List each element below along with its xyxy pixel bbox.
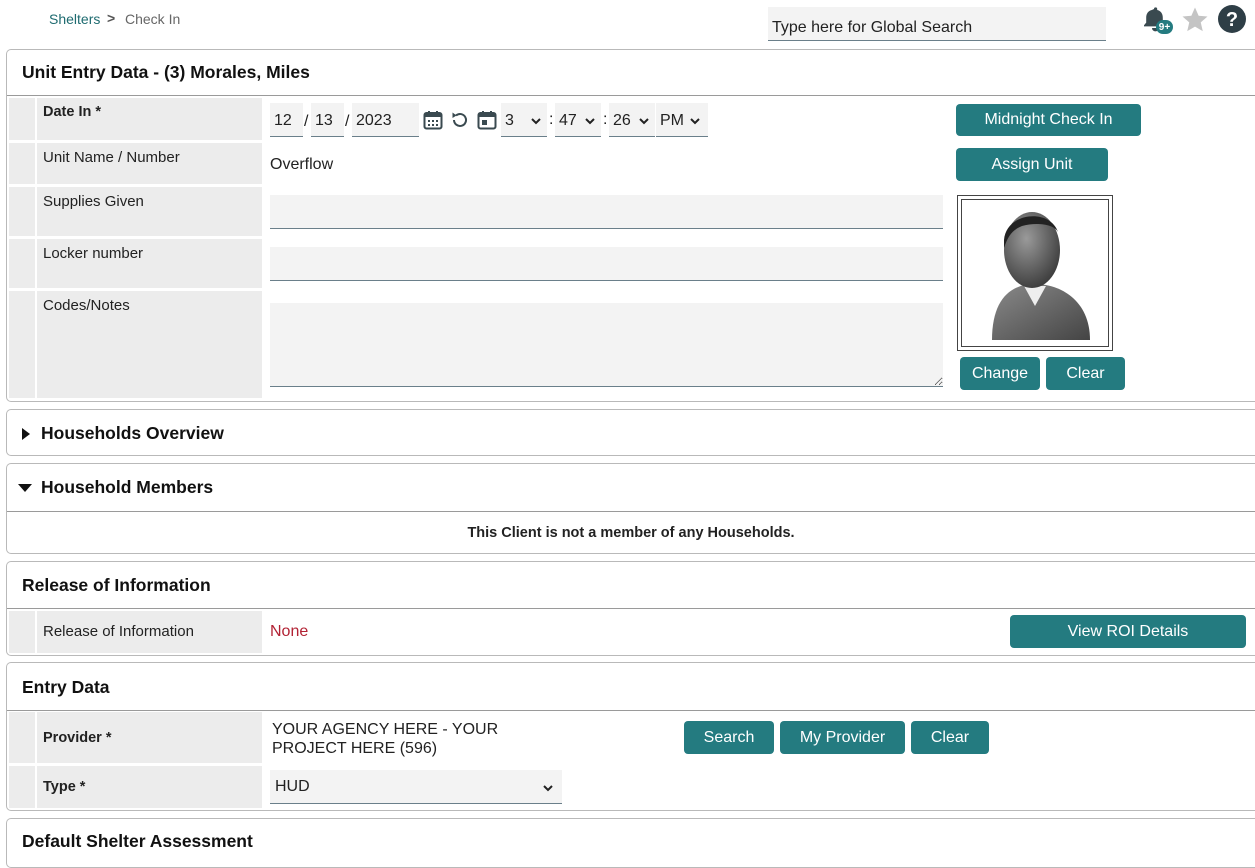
row-gutter bbox=[9, 187, 35, 236]
provider-value-line2: PROJECT HERE (596) bbox=[272, 740, 438, 757]
time-minute-select[interactable]: 47 bbox=[555, 103, 601, 137]
row-gutter bbox=[9, 143, 35, 184]
chevron-down-icon bbox=[585, 118, 595, 125]
households-overview-title[interactable]: Households Overview bbox=[41, 423, 224, 444]
client-photo-frame bbox=[957, 195, 1113, 351]
supplies-given-input[interactable] bbox=[270, 195, 943, 229]
person-silhouette-icon bbox=[992, 212, 1090, 340]
client-photo bbox=[961, 199, 1109, 347]
household-members-panel: Household Members This Client is not a m… bbox=[6, 463, 1255, 554]
roi-title: Release of Information bbox=[22, 575, 211, 595]
caret-right-icon[interactable] bbox=[21, 428, 31, 440]
panel-divider bbox=[7, 511, 1255, 512]
chevron-down-icon bbox=[690, 118, 700, 125]
unit-name-value: Overflow bbox=[270, 156, 334, 173]
notifications-bell-icon[interactable]: 9+ bbox=[1142, 6, 1174, 36]
calendar-today-icon[interactable] bbox=[477, 110, 497, 130]
roi-value: None bbox=[270, 623, 309, 640]
row-gutter bbox=[9, 239, 35, 288]
global-search-input[interactable] bbox=[768, 7, 1106, 41]
time-colon: : bbox=[603, 111, 608, 128]
panel-divider bbox=[7, 608, 1255, 609]
date-in-label: Date In * bbox=[37, 98, 262, 140]
row-gutter bbox=[9, 98, 35, 140]
help-icon[interactable]: ? bbox=[1217, 4, 1247, 34]
photo-clear-button[interactable]: Clear bbox=[1046, 357, 1125, 390]
panel-divider bbox=[7, 710, 1255, 711]
panel-divider bbox=[7, 95, 1255, 96]
chevron-down-icon bbox=[531, 118, 541, 125]
time-ampm-value: PM bbox=[660, 112, 684, 129]
entry-data-title: Entry Data bbox=[22, 677, 110, 697]
row-gutter bbox=[9, 766, 35, 808]
type-select-value: HUD bbox=[275, 778, 310, 795]
time-second-value: 26 bbox=[613, 112, 631, 129]
time-minute-value: 47 bbox=[559, 112, 577, 129]
photo-change-button[interactable]: Change bbox=[960, 357, 1040, 390]
default-shelter-assessment-title: Default Shelter Assessment bbox=[22, 831, 253, 851]
notification-badge: 9+ bbox=[1156, 20, 1173, 34]
time-ampm-select[interactable]: PM bbox=[656, 103, 708, 137]
favorite-star-icon[interactable] bbox=[1180, 5, 1210, 35]
household-members-title[interactable]: Household Members bbox=[41, 477, 213, 498]
type-select[interactable]: HUD bbox=[270, 770, 562, 804]
date-year-field[interactable]: 2023 bbox=[352, 103, 419, 137]
reset-date-icon[interactable] bbox=[450, 110, 470, 130]
provider-label: Provider * bbox=[37, 712, 262, 763]
svg-text:?: ? bbox=[1226, 9, 1238, 31]
type-label: Type * bbox=[37, 766, 262, 808]
view-roi-details-button[interactable]: View ROI Details bbox=[1010, 615, 1246, 648]
supplies-given-label: Supplies Given bbox=[37, 187, 262, 236]
assign-unit-button[interactable]: Assign Unit bbox=[956, 148, 1108, 181]
row-gutter bbox=[9, 291, 35, 398]
date-day-field[interactable]: 13 bbox=[311, 103, 344, 137]
households-overview-panel[interactable]: Households Overview bbox=[6, 409, 1255, 456]
chevron-down-icon bbox=[639, 118, 649, 125]
roi-label: Release of Information bbox=[37, 611, 262, 653]
my-provider-button[interactable]: My Provider bbox=[780, 721, 905, 754]
date-slash: / bbox=[345, 113, 350, 130]
provider-clear-button[interactable]: Clear bbox=[911, 721, 989, 754]
row-gutter bbox=[9, 611, 35, 653]
locker-number-input[interactable] bbox=[270, 247, 943, 281]
codes-notes-textarea[interactable] bbox=[270, 303, 943, 387]
time-second-select[interactable]: 26 bbox=[609, 103, 655, 137]
provider-value-line1: YOUR AGENCY HERE - YOUR bbox=[272, 721, 499, 738]
household-members-message: This Client is not a member of any House… bbox=[467, 525, 795, 541]
time-hour-select[interactable]: 3 bbox=[501, 103, 547, 137]
chevron-down-icon bbox=[543, 785, 553, 792]
midnight-check-in-button[interactable]: Midnight Check In bbox=[956, 104, 1141, 136]
breadcrumb-shelters-link[interactable]: Shelters bbox=[49, 11, 100, 27]
caret-down-icon[interactable] bbox=[18, 483, 32, 493]
locker-number-label: Locker number bbox=[37, 239, 262, 288]
unit-name-label: Unit Name / Number bbox=[37, 143, 262, 184]
calendar-icon[interactable] bbox=[423, 110, 443, 130]
provider-value: YOUR AGENCY HERE - YOUR PROJECT HERE (59… bbox=[272, 720, 498, 758]
time-hour-value: 3 bbox=[505, 112, 514, 129]
codes-notes-label: Codes/Notes bbox=[37, 291, 262, 398]
row-gutter bbox=[9, 712, 35, 763]
breadcrumb-current: Check In bbox=[125, 11, 181, 27]
time-colon: : bbox=[549, 111, 554, 128]
date-slash: / bbox=[304, 113, 309, 130]
default-shelter-assessment-panel: Default Shelter Assessment bbox=[6, 818, 1255, 868]
breadcrumb-separator: > bbox=[107, 10, 116, 26]
provider-search-button[interactable]: Search bbox=[684, 721, 774, 754]
unit-entry-title: Unit Entry Data - (3) Morales, Miles bbox=[22, 62, 310, 82]
date-month-field[interactable]: 12 bbox=[270, 103, 303, 137]
